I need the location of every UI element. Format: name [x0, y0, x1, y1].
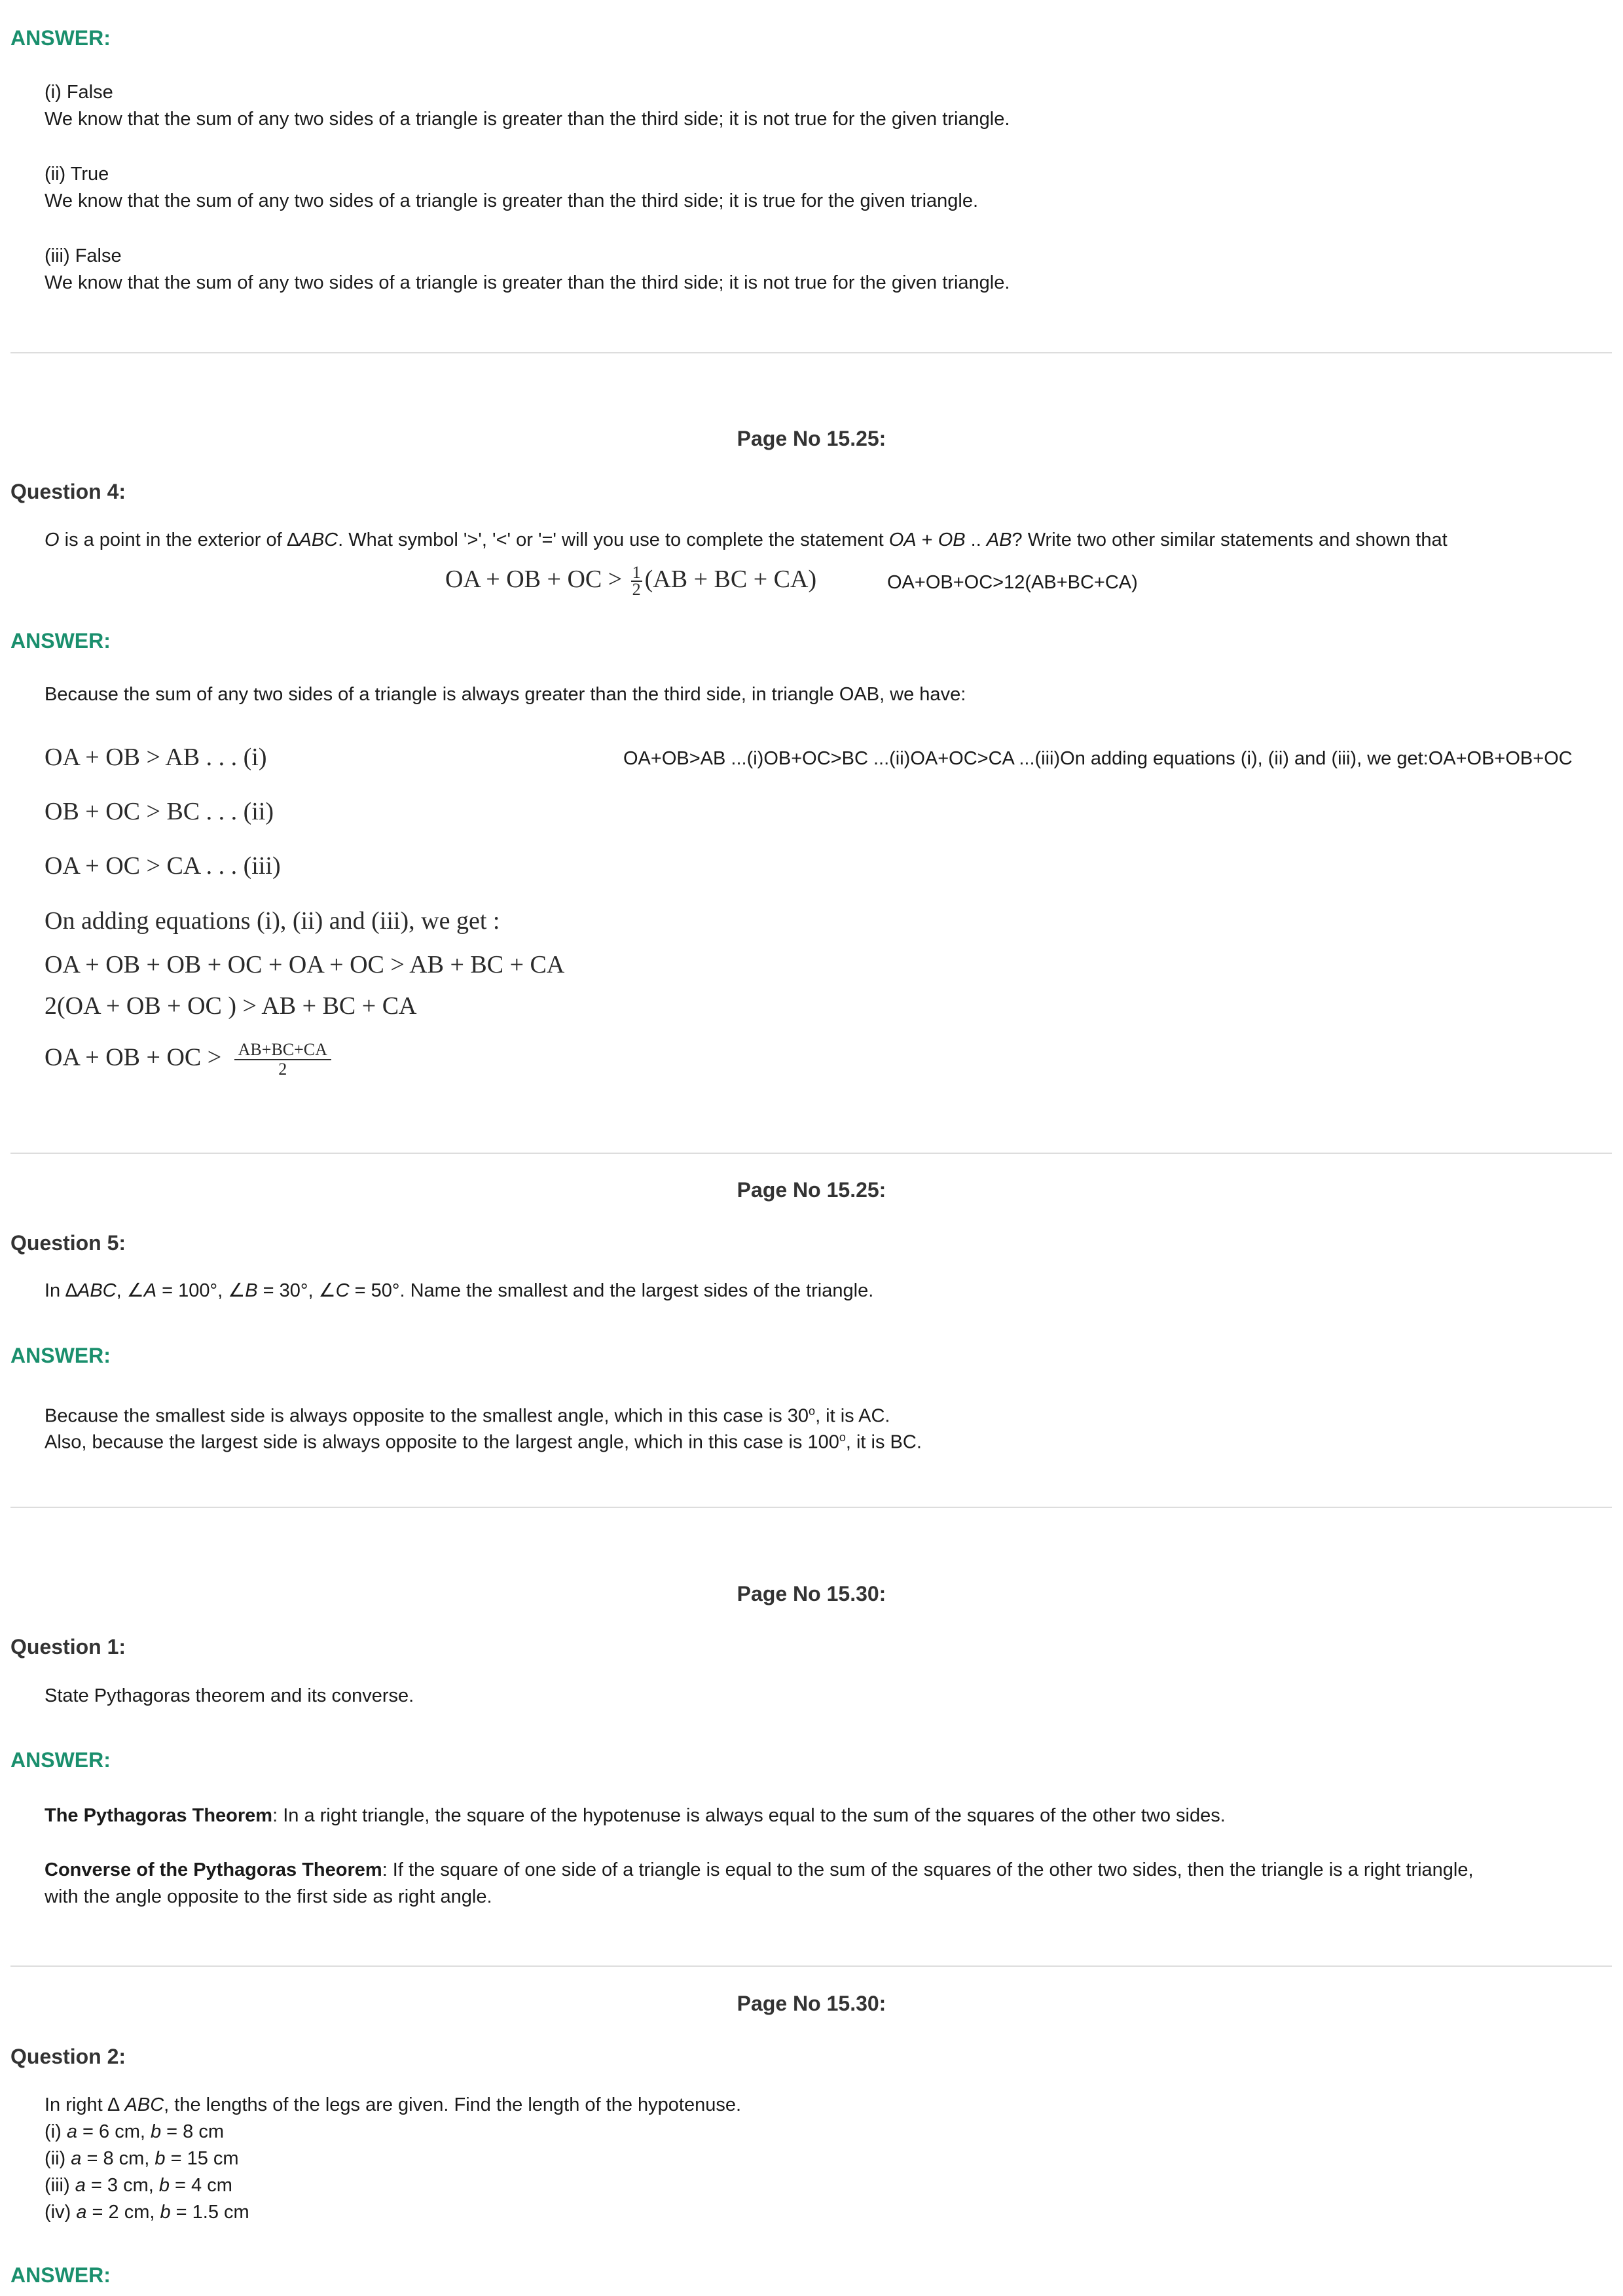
- page-number-heading: Page No 15.25:: [737, 1178, 886, 1202]
- answer-item-3-explanation: We know that the sum of any two sides of…: [45, 272, 1010, 293]
- list-item: (i) a = 6 cm, b = 8 cm: [45, 2121, 225, 2142]
- question-text: State Pythagoras theorem and its convers…: [45, 1685, 414, 1706]
- formula-alt-text: OA+OB+OC>12(AB+BC+CA): [887, 572, 1138, 593]
- answer-item-2-explanation: We know that the sum of any two sides of…: [45, 190, 979, 211]
- answer-line-2: Also, because the largest side is always…: [45, 1431, 922, 1453]
- equation-7: OA + OB + OC > AB+BC+CA 2: [45, 1041, 331, 1079]
- converse-paragraph: Converse of the Pythagoras Theorem: If t…: [45, 1859, 1474, 1880]
- question-title: Question 2:: [10, 2045, 126, 2068]
- section-divider: [10, 1507, 1612, 1508]
- question-title: Question 1:: [10, 1635, 126, 1659]
- answer-label-q5: ANSWER:: [10, 1344, 111, 1367]
- answer-item-1-verdict: (i) False: [45, 82, 113, 103]
- question-text: O is a point in the exterior of ∆ABC. Wh…: [45, 529, 1448, 550]
- answer-label-q2: ANSWER:: [10, 2263, 111, 2287]
- converse-paragraph-line-2: with the angle opposite to the first sid…: [45, 1886, 492, 1907]
- question-text: In ∆ABC, ∠A = 100°, ∠B = 30°, ∠C = 50°. …: [45, 1280, 874, 1301]
- list-item: (iv) a = 2 cm, b = 1.5 cm: [45, 2202, 249, 2223]
- answer-item-3-verdict: (iii) False: [45, 245, 122, 266]
- equations-alt-text: OA+OB>AB ...(i)OB+OC>BC ...(ii)OA+OC>CA …: [623, 748, 1573, 769]
- page-number-heading: Page No 15.25:: [737, 427, 886, 450]
- equation-1: OA + OB > AB . . . (i): [45, 744, 267, 771]
- equation-3: OA + OC > CA . . . (iii): [45, 852, 281, 880]
- page-number-heading: Page No 15.30:: [737, 1582, 886, 1605]
- answer-label-q1: ANSWER:: [10, 1748, 111, 1772]
- formula-image: OA + OB + OC > 1 2 (AB + BC + CA): [445, 563, 817, 600]
- equation-4: On adding equations (i), (ii) and (iii),…: [45, 907, 500, 935]
- equation-6: 2(OA + OB + OC ) > AB + BC + CA: [45, 992, 417, 1020]
- question-title: Question 4:: [10, 480, 126, 503]
- answer-item-1-explanation: We know that the sum of any two sides of…: [45, 109, 1010, 130]
- question-title: Question 5:: [10, 1231, 126, 1255]
- answer-label-q4: ANSWER:: [10, 629, 111, 653]
- list-item: (iii) a = 3 cm, b = 4 cm: [45, 2175, 232, 2196]
- equation-2: OB + OC > BC . . . (ii): [45, 798, 274, 825]
- answer-item-2-verdict: (ii) True: [45, 164, 109, 185]
- page-number-heading: Page No 15.30:: [737, 1992, 886, 2015]
- list-item: (ii) a = 8 cm, b = 15 cm: [45, 2148, 239, 2169]
- section-divider: [10, 1965, 1612, 1967]
- answer-label-q3: ANSWER:: [10, 26, 111, 50]
- question-text: In right ∆ ABC, the lengths of the legs …: [45, 2094, 742, 2115]
- theorem-paragraph: The Pythagoras Theorem: In a right trian…: [45, 1805, 1226, 1826]
- answer-intro: Because the sum of any two sides of a tr…: [45, 684, 966, 705]
- section-divider: [10, 352, 1612, 353]
- section-divider: [10, 1153, 1612, 1154]
- equation-5: OA + OB + OB + OC + OA + OC > AB + BC + …: [45, 951, 565, 978]
